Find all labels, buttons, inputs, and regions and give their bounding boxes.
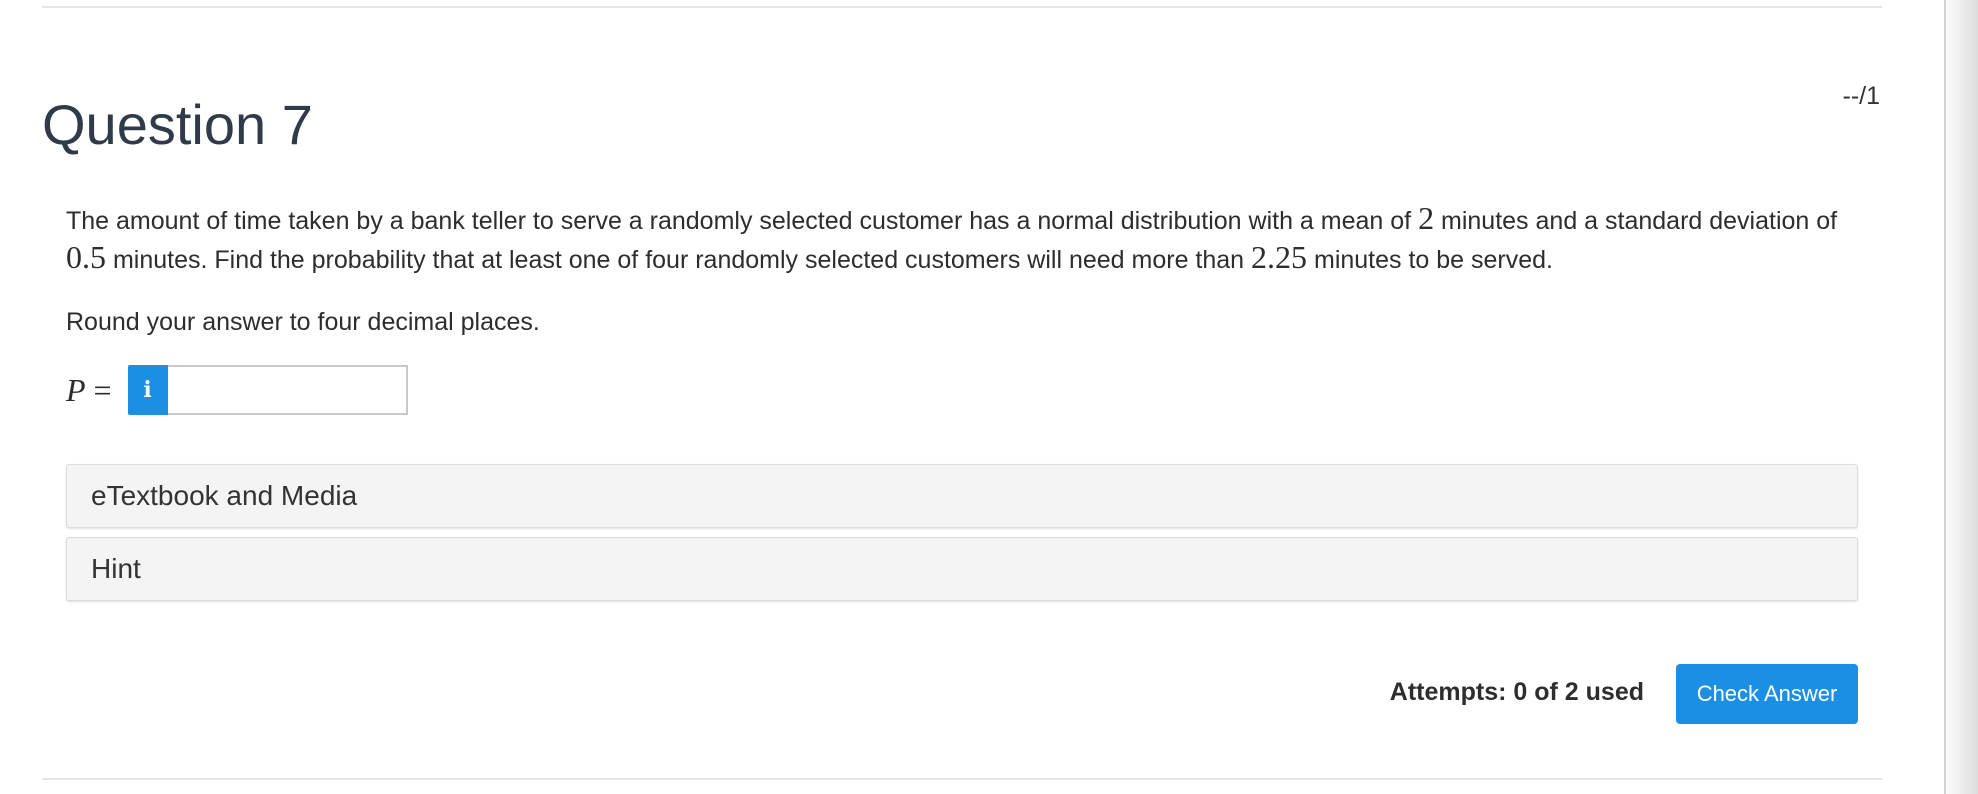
question-text-part: minutes. Find the probability that at le… [106,246,1252,274]
attempts-counter: Attempts: 0 of 2 used [1389,678,1644,706]
info-icon[interactable]: i [127,365,168,415]
etextbook-panel[interactable]: eTextbook and Media [66,464,1858,528]
threshold-value: 2.25 [1251,239,1308,275]
question-title: Question 7 [42,92,313,156]
rounding-instruction: Round your answer to four decimal places… [66,308,540,336]
bottom-divider [42,778,1882,780]
question-text-part: minutes and a standard deviation of [1434,207,1838,235]
hint-panel[interactable]: Hint [66,537,1858,601]
question-text-part: minutes to be served. [1307,246,1554,274]
mean-value: 2 [1418,200,1435,236]
top-divider [42,6,1882,8]
answer-row: P = i [66,364,408,416]
answer-variable: P [66,371,86,408]
etextbook-panel-label: eTextbook and Media [91,480,358,511]
answer-label: P = [66,372,112,409]
sd-value: 0.5 [66,239,106,275]
answer-equals: = [93,371,112,408]
info-glyph: i [143,377,152,403]
scroll-border [1944,0,1946,794]
question-text-part: The amount of time taken by a bank telle… [66,207,1419,235]
answer-input[interactable] [167,365,408,415]
question-text: The amount of time taken by a bank telle… [66,200,1866,278]
hint-panel-label: Hint [91,553,141,584]
scroll-edge [1942,0,1978,794]
question-score: --/1 [1842,82,1881,110]
check-answer-button[interactable]: Check Answer [1676,664,1858,724]
